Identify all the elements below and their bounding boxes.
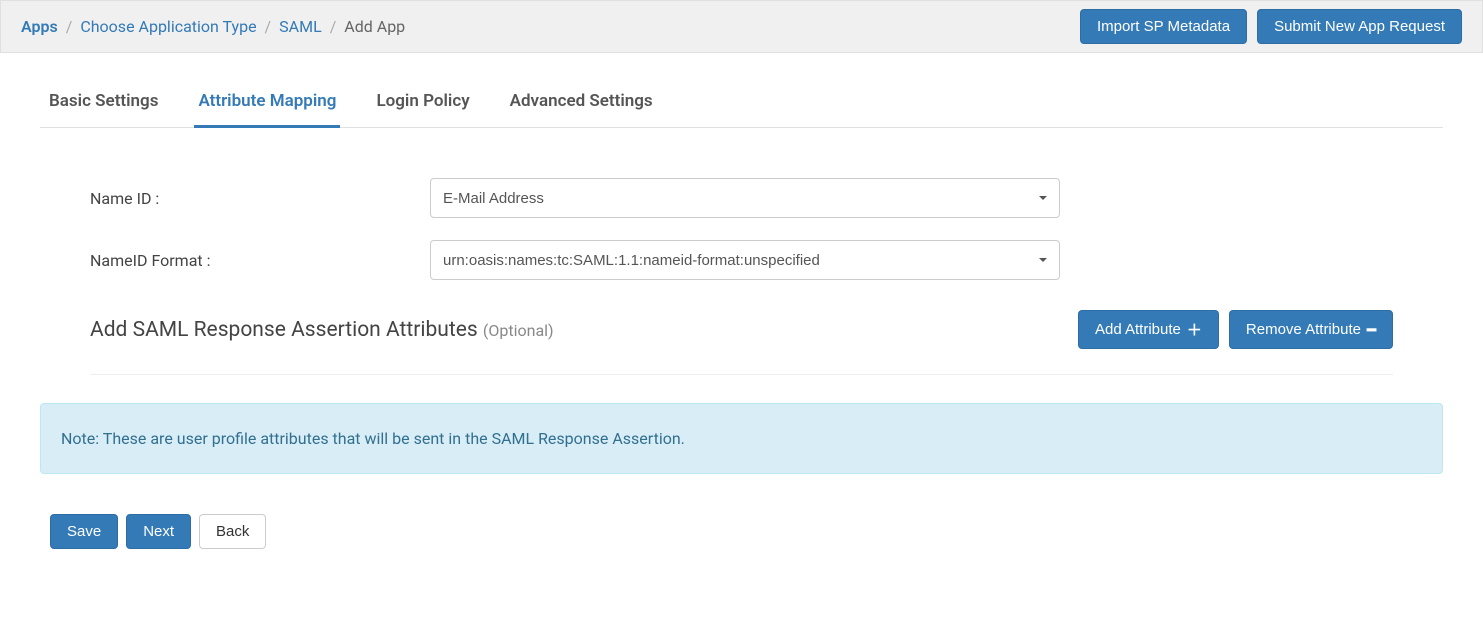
form-row-nameid-format: NameID Format : urn:oasis:names:tc:SAML:… [90,240,1393,280]
nameid-format-label: NameID Format : [90,251,430,270]
breadcrumb-current: Add App [344,17,405,36]
breadcrumb-sep: / [330,17,337,36]
tab-attribute-mapping[interactable]: Attribute Mapping [194,73,340,128]
next-button[interactable]: Next [126,514,191,549]
header-bar: Apps / Choose Application Type / SAML / … [0,0,1483,53]
note-box: Note: These are user profile attributes … [40,403,1443,474]
bottom-actions: Save Next Back [40,514,1443,549]
assertion-actions: Add Attribute ＋ Remove Attribute ━ [1078,310,1393,349]
header-actions: Import SP Metadata Submit New App Reques… [1080,9,1462,44]
assertion-section-head: Add SAML Response Assertion Attributes (… [90,310,1393,375]
add-attribute-label: Add Attribute [1095,321,1181,338]
assertion-optional: (Optional) [483,321,554,340]
tab-basic-settings[interactable]: Basic Settings [45,73,162,128]
plus-icon: ＋ [1187,319,1202,340]
breadcrumb: Apps / Choose Application Type / SAML / … [21,17,405,36]
tabs: Basic Settings Attribute Mapping Login P… [40,73,1443,128]
breadcrumb-apps[interactable]: Apps [21,17,58,36]
name-id-label: Name ID : [90,189,430,208]
add-attribute-button[interactable]: Add Attribute ＋ [1078,310,1219,349]
form-section: Name ID : E-Mail Address NameID Format :… [40,178,1443,375]
tab-login-policy[interactable]: Login Policy [372,73,473,128]
save-button[interactable]: Save [50,514,118,549]
tab-advanced-settings[interactable]: Advanced Settings [506,73,657,128]
breadcrumb-choose-type[interactable]: Choose Application Type [80,17,256,36]
form-row-name-id: Name ID : E-Mail Address [90,178,1393,218]
name-id-select[interactable]: E-Mail Address [430,178,1060,218]
breadcrumb-sep: / [66,17,73,36]
nameid-format-select[interactable]: urn:oasis:names:tc:SAML:1.1:nameid-forma… [430,240,1060,280]
assertion-title-text: Add SAML Response Assertion Attributes [90,318,478,342]
remove-attribute-button[interactable]: Remove Attribute ━ [1229,310,1393,349]
submit-request-button[interactable]: Submit New App Request [1257,9,1462,44]
breadcrumb-sep: / [265,17,272,36]
breadcrumb-saml[interactable]: SAML [279,17,322,36]
content: Basic Settings Attribute Mapping Login P… [0,53,1483,579]
import-metadata-button[interactable]: Import SP Metadata [1080,9,1247,44]
remove-attribute-label: Remove Attribute [1246,321,1361,338]
back-button[interactable]: Back [199,514,266,549]
assertion-section-title: Add SAML Response Assertion Attributes (… [90,318,554,342]
minus-icon: ━ [1367,321,1376,339]
